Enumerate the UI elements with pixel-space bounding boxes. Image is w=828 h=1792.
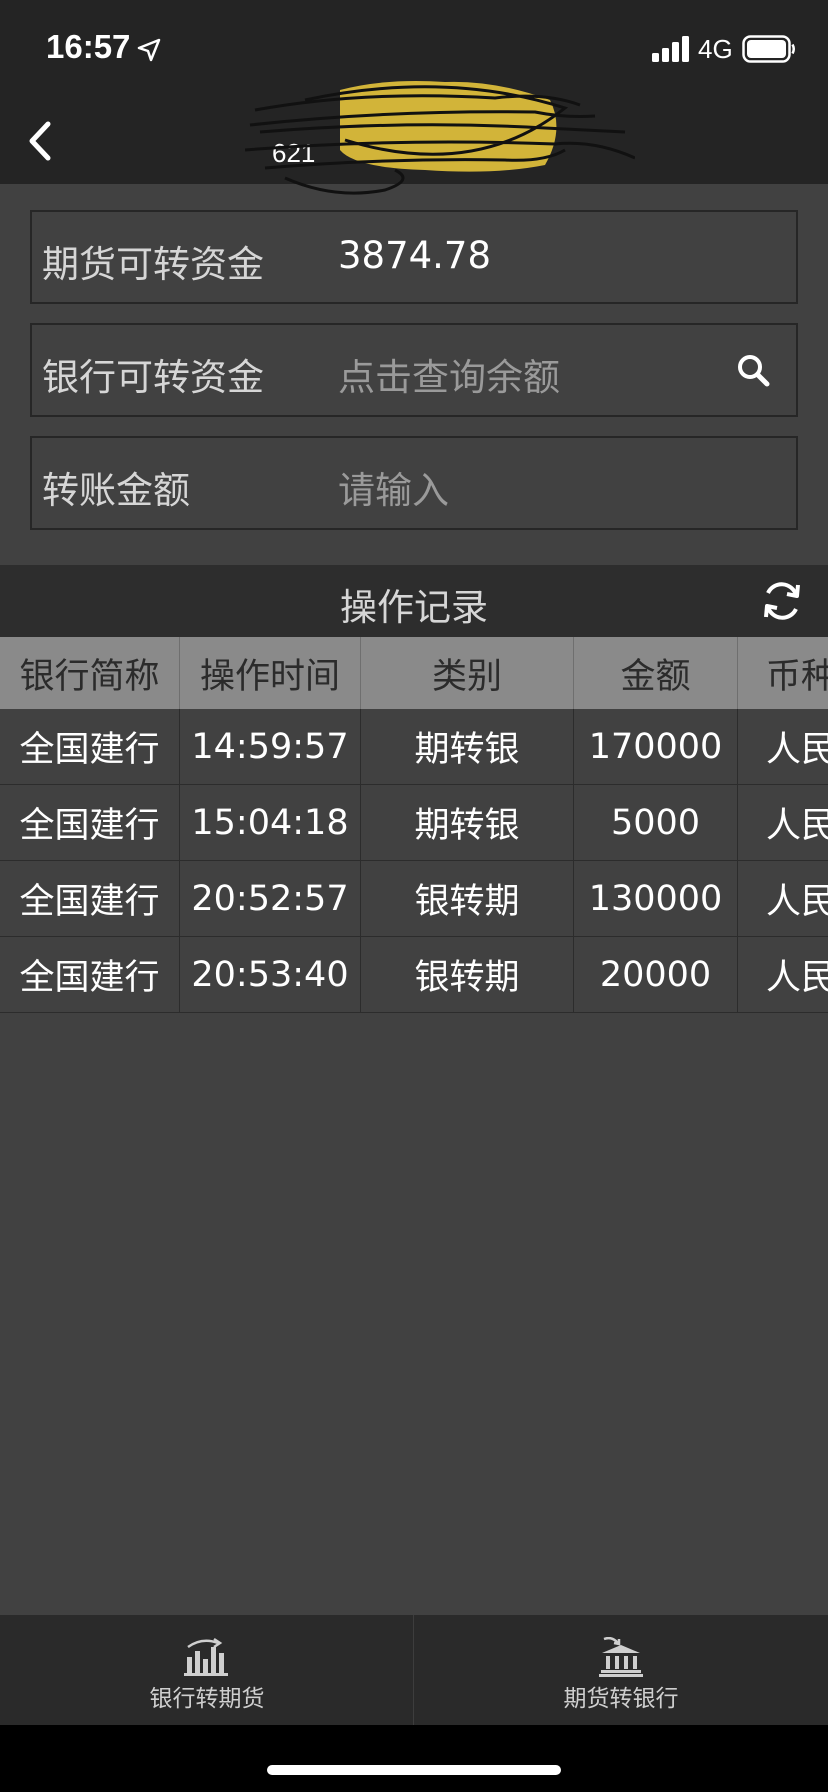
status-time: 16:57 [46,28,131,65]
type-cell: 期转银 [361,785,574,860]
transfer-amount-input[interactable]: 请输入 [338,460,449,514]
tab-label: 银行转期货 [149,1686,265,1712]
futures-transferable-value: 3874.78 [338,234,492,277]
transfer-amount-label: 转账金额 [42,469,190,512]
records-table: 银行简称 操作时间 类别 金额 币种 全国建行 14:59:57 期转银 170… [0,637,828,1013]
amount-cell: 130000 [574,861,738,936]
type-cell: 银转期 [361,861,574,936]
table-row[interactable]: 全国建行 14:59:57 期转银 170000 人民币 [0,709,828,785]
signal-icon [652,36,689,62]
home-area [0,1725,828,1792]
amount-cell: 20000 [574,937,738,1012]
currency-cell: 人民币 [766,882,828,922]
bank-cell: 全国建行 [0,709,180,784]
type-cell: 银转期 [361,937,574,1012]
tab-bank-to-futures[interactable]: 银行转期货 [0,1615,414,1725]
time-cell: 15:04:18 [180,785,361,860]
records-header: 操作记录 [0,565,828,637]
bottom-tab-bar: 银行转期货 期货转银行 [0,1615,828,1725]
bank-transferable-label: 银行可转资金 [42,356,264,399]
bank-cell: 全国建行 [0,937,180,1012]
bank-icon [599,1637,643,1677]
column-header: 类别 [361,637,574,709]
bank-transferable-field[interactable]: 银行可转资金 点击查询余额 [30,323,798,417]
network-type: 4G [698,34,733,64]
column-header: 操作时间 [180,637,361,709]
column-header: 银行简称 [0,637,180,709]
column-header: 币种 [738,637,828,709]
table-row[interactable]: 全国建行 20:52:57 银转期 130000 人民币 [0,861,828,937]
transfer-amount-field[interactable]: 转账金额 请输入 [30,436,798,530]
time-cell: 20:53:40 [180,937,361,1012]
battery-icon [742,35,795,63]
home-indicator[interactable] [267,1765,561,1775]
time-cell: 20:52:57 [180,861,361,936]
currency-cell: 人民币 [766,958,828,998]
futures-transferable-label: 期货可转资金 [42,243,264,286]
table-row[interactable]: 全国建行 20:53:40 银转期 20000 人民币 [0,937,828,1013]
currency-cell: 人民币 [766,806,828,846]
search-icon[interactable] [736,353,770,387]
currency-cell: 人民币 [766,730,828,770]
table-row[interactable]: 全国建行 15:04:18 期转银 5000 人民币 [0,785,828,861]
column-header: 金额 [574,637,738,709]
bank-cell: 全国建行 [0,861,180,936]
table-header: 银行简称 操作时间 类别 金额 币种 [0,637,828,709]
amount-cell: 170000 [574,709,738,784]
tab-futures-to-bank[interactable]: 期货转银行 [414,1615,828,1725]
type-cell: 期转银 [361,709,574,784]
back-arrow-icon[interactable] [24,118,58,164]
futures-transferable-field: 期货可转资金 3874.78 [30,210,798,304]
bar-chart-icon [184,1637,228,1676]
records-title: 操作记录 [340,586,488,629]
query-balance-placeholder[interactable]: 点击查询余额 [338,347,560,401]
bank-cell: 全国建行 [0,785,180,860]
redaction-scribble [245,81,635,195]
time-cell: 14:59:57 [180,709,361,784]
location-arrow-icon [137,38,161,62]
amount-cell: 5000 [574,785,738,860]
refresh-icon[interactable] [760,579,804,623]
tab-label: 期货转银行 [563,1686,679,1712]
